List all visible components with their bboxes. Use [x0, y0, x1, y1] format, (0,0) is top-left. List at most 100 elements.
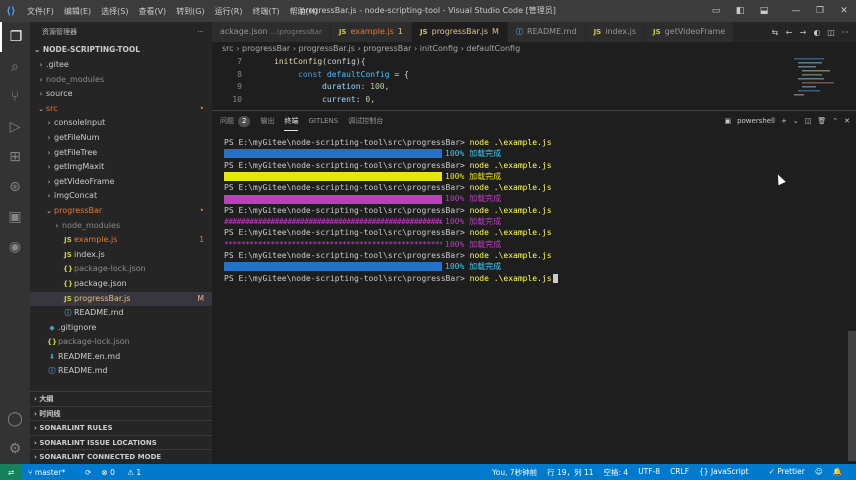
project-root[interactable]: ⌄ NODE-SCRIPTING-TOOL — [30, 42, 212, 58]
split-editor-icon[interactable]: ◫ — [824, 28, 838, 37]
editor-tab[interactable]: JS index.js — [585, 22, 646, 42]
breadcrumb-item[interactable]: initConfig — [420, 44, 458, 53]
tree-item[interactable]: › consoleInput — [30, 116, 212, 131]
next-change-icon[interactable]: → — [796, 28, 810, 37]
more-actions-icon[interactable]: ··· — [197, 22, 204, 42]
notifications-icon[interactable]: 🔔 — [833, 467, 842, 478]
branch-indicator[interactable]: ⑂ master* — [28, 468, 75, 477]
tree-item[interactable]: › node_modules — [30, 73, 212, 88]
chevron-down-icon[interactable]: ⌄ — [793, 117, 799, 125]
sonarlint-icon[interactable]: ◉ — [0, 232, 30, 262]
indentation[interactable]: 空格: 4 — [604, 467, 629, 478]
extensions-icon[interactable]: ⊞ — [0, 142, 30, 172]
compare-icon[interactable]: ⇆ — [768, 28, 782, 37]
sidebar-section[interactable]: › 大纲 — [30, 391, 212, 405]
code-line[interactable]: 8 const defaultConfig = { — [212, 69, 856, 82]
tree-item[interactable]: › getFileTree — [30, 146, 212, 161]
language-mode[interactable]: {} JavaScript — [699, 467, 759, 478]
tree-item[interactable]: JS progressBar.js M — [30, 291, 212, 307]
minimize-button[interactable]: — — [784, 0, 808, 22]
encoding[interactable]: UTF-8 — [638, 467, 660, 478]
tree-item[interactable]: {} package-lock.json — [30, 335, 212, 350]
terminal-scrollbar[interactable] — [848, 331, 856, 461]
tree-item[interactable]: ⌄ progressBar • — [30, 204, 212, 219]
panel-tab[interactable]: GITLENS — [308, 111, 338, 131]
menu-item[interactable]: 运行(R) — [210, 6, 248, 17]
panel-tab[interactable]: 终端 — [284, 111, 299, 131]
feedback-icon[interactable]: ☺ — [815, 467, 823, 478]
remote-indicator-icon[interactable]: ⇌ — [0, 464, 22, 480]
breadcrumb-item[interactable]: progressBar.js — [299, 44, 355, 53]
sidebar-section[interactable]: › SONARLINT ISSUE LOCATIONS — [30, 434, 212, 449]
maximize-panel-icon[interactable]: ⌃ — [832, 117, 838, 125]
panel-tab[interactable]: 问题 2 — [220, 111, 251, 131]
code-line[interactable]: 7 initConfig(config){ — [212, 56, 856, 69]
close-panel-icon[interactable]: ✕ — [844, 117, 850, 125]
editor-tab[interactable]: ackage.json ...\progressBar — [212, 22, 331, 42]
close-button[interactable]: ✕ — [832, 0, 856, 22]
terminal-shell-label[interactable]: powershell — [737, 117, 775, 125]
maximize-button[interactable]: ❐ — [808, 0, 832, 22]
tree-item[interactable]: › getImgMaxit — [30, 160, 212, 175]
prev-change-icon[interactable]: ← — [782, 28, 796, 37]
remote-explorer-icon[interactable]: ▣ — [0, 202, 30, 232]
sync-icon[interactable]: ⟳ — [85, 468, 91, 477]
menu-item[interactable]: 转到(G) — [171, 6, 209, 17]
breadcrumb-item[interactable]: progressBar — [363, 44, 411, 53]
menu-item[interactable]: 选择(S) — [96, 6, 133, 17]
git-blame[interactable]: You, 7秒钟前 — [492, 467, 537, 478]
menu-item[interactable]: 文件(F) — [22, 6, 59, 17]
trash-icon[interactable]: 🗑 — [817, 117, 826, 125]
sidebar-section[interactable]: › SONARLINT RULES — [30, 420, 212, 434]
tree-item[interactable]: ⓘ README.md — [30, 364, 212, 379]
breadcrumb-item[interactable]: src — [222, 44, 234, 53]
menu-item[interactable]: 终端(T) — [247, 6, 284, 17]
tree-item[interactable]: › imgConcat — [30, 189, 212, 204]
explorer-icon[interactable]: ❐ — [0, 22, 30, 52]
tree-item[interactable]: › .gitee — [30, 58, 212, 73]
run-debug-icon[interactable]: ▷ — [0, 112, 30, 142]
split-terminal-icon[interactable]: ◫ — [805, 117, 812, 125]
tree-item[interactable]: ⓘ README.md — [30, 306, 212, 321]
tree-item[interactable]: › getVideoFrame — [30, 175, 212, 190]
tree-item[interactable]: › getFileNum — [30, 131, 212, 146]
editor-tab[interactable]: JS getVideoFrame — [645, 22, 735, 42]
cursor-position[interactable]: 行 19，列 11 — [547, 467, 593, 478]
layout-sidebar-icon[interactable]: ◧ — [728, 0, 752, 22]
code-line[interactable]: 10 current: 0, — [212, 94, 856, 107]
breadcrumb-item[interactable]: progressBar — [242, 44, 290, 53]
open-changes-icon[interactable]: ◐ — [810, 28, 824, 37]
breadcrumb-item[interactable]: defaultConfig — [466, 44, 520, 53]
new-terminal-button[interactable]: + — [781, 117, 787, 125]
menu-item[interactable]: 查看(V) — [133, 6, 171, 17]
code-editor[interactable]: 7 initConfig(config){8 const defaultConfig… — [212, 56, 856, 106]
tree-item[interactable]: ⬇ README.en.md — [30, 350, 212, 365]
editor-tab[interactable]: ⓘ README.md — [507, 22, 586, 42]
editor-tab[interactable]: JS example.js 1 — [330, 22, 412, 42]
settings-gear-icon[interactable]: ⚙ — [0, 434, 30, 464]
problems-indicator[interactable]: ⊗ 0 ⚠ 1 — [101, 468, 151, 477]
layout-panel-icon[interactable]: ⬓ — [752, 0, 776, 22]
menu-item[interactable]: 帮助(H) — [285, 6, 323, 17]
panel-tab[interactable]: 输出 — [260, 111, 274, 131]
tree-item[interactable]: JS index.js — [30, 248, 212, 263]
prettier-status[interactable]: ✓ Prettier — [769, 467, 805, 478]
tree-item[interactable]: ◆ .gitignore — [30, 321, 212, 336]
minimap[interactable] — [792, 56, 842, 106]
editor-tab[interactable]: JS progressBar.js M — [411, 22, 508, 42]
layout-icon[interactable]: ▭ — [704, 0, 728, 22]
tree-item[interactable]: JS example.js 1 — [30, 233, 212, 248]
panel-tab[interactable]: 调试控制台 — [348, 111, 383, 131]
sidebar-section[interactable]: › SONARLINT CONNECTED MODE — [30, 449, 212, 463]
tree-item[interactable]: › node_modules — [30, 219, 212, 234]
source-control-icon[interactable]: ⑂ — [0, 82, 30, 112]
search-icon[interactable]: ⌕ — [0, 52, 30, 82]
sidebar-section[interactable]: › 时间线 — [30, 405, 212, 420]
line-ending[interactable]: CRLF — [670, 467, 689, 478]
tree-item[interactable]: › source — [30, 87, 212, 102]
more-actions-icon[interactable]: ··· — [838, 28, 852, 37]
account-icon[interactable]: ◯ — [0, 404, 30, 434]
gitlens-icon[interactable]: ⊛ — [0, 172, 30, 202]
tree-item[interactable]: {} package-lock.json — [30, 262, 212, 277]
tree-item[interactable]: ⌄ src • — [30, 102, 212, 117]
